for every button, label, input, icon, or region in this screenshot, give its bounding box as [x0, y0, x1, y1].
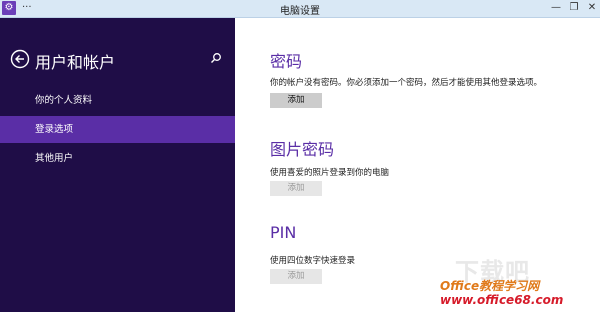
close-button[interactable]: ✕: [584, 1, 600, 15]
sidebar-item-profile[interactable]: 你的个人资料: [0, 87, 235, 114]
sidebar-title: 用户和帐户: [35, 53, 116, 72]
add-pin-button[interactable]: 添加: [270, 269, 322, 284]
pin-description: 使用四位数字快速登录: [270, 256, 356, 266]
password-description: 你的帐户没有密码。你必须添加一个密码，然后才能使用其他登录选项。: [270, 78, 543, 88]
sidebar-item-label: 登录选项: [35, 124, 74, 135]
search-icon[interactable]: [210, 52, 222, 64]
restore-button[interactable]: ❐: [566, 1, 582, 15]
add-password-button[interactable]: 添加: [270, 93, 322, 108]
minimize-button[interactable]: —: [548, 1, 564, 15]
main-content: 密码 你的帐户没有密码。你必须添加一个密码，然后才能使用其他登录选项。 添加 图…: [235, 18, 600, 312]
picture-password-heading: 图片密码: [270, 140, 335, 159]
back-arrow-circle-icon[interactable]: [10, 49, 30, 69]
title-bar: ⚙ ··· 电脑设置 — ❐ ✕: [0, 0, 600, 18]
sidebar-item-label: 其他用户: [35, 153, 74, 164]
pin-heading: PIN: [270, 223, 297, 242]
watermark-site-name: Office教程学习网: [440, 279, 540, 293]
sidebar-item-sign-in-options[interactable]: 登录选项: [0, 116, 235, 143]
add-picture-password-button[interactable]: 添加: [270, 181, 322, 196]
watermark-url: www.office68.com: [440, 293, 564, 307]
password-heading: 密码: [270, 52, 303, 71]
sidebar: 用户和帐户 你的个人资料 登录选项 其他用户: [0, 18, 235, 312]
picture-password-description: 使用喜爱的照片登录到你的电脑: [270, 168, 390, 178]
sidebar-item-other-users[interactable]: 其他用户: [0, 145, 235, 172]
sidebar-item-label: 你的个人资料: [35, 95, 93, 106]
window-title: 电脑设置: [280, 6, 320, 17]
